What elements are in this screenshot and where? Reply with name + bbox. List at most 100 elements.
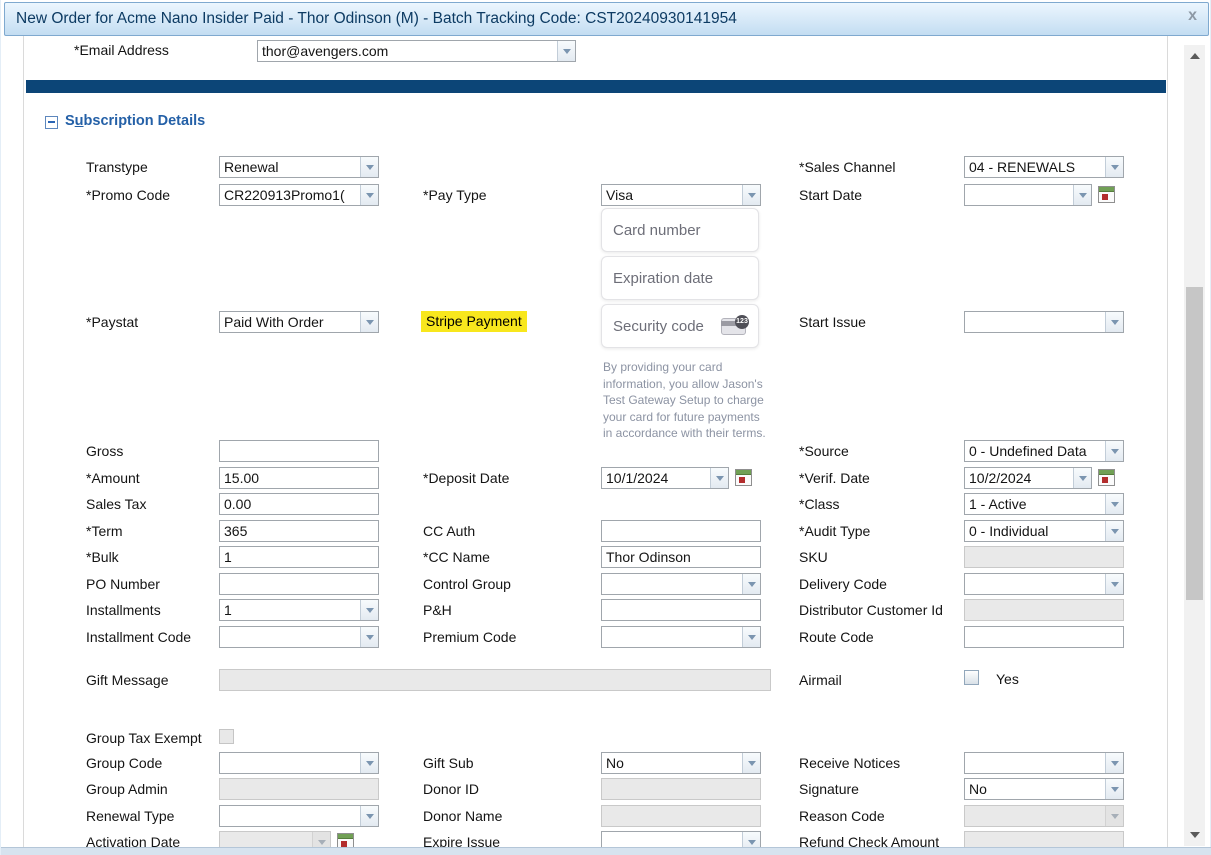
chevron-down-icon[interactable] (360, 185, 378, 205)
close-icon[interactable]: x (1188, 6, 1197, 26)
source-value: 0 - Undefined Data (965, 441, 1105, 461)
gift-sub-select[interactable]: No (601, 752, 761, 774)
start-issue-select[interactable] (964, 311, 1124, 333)
po-number-label: PO Number (86, 576, 160, 592)
amount-input[interactable] (219, 467, 379, 489)
scrollbar-thumb[interactable] (1186, 287, 1203, 600)
group-code-select[interactable] (219, 752, 379, 774)
deposit-date-select[interactable]: 10/1/2024 (601, 467, 729, 489)
page-title: New Order for Acme Nano Insider Paid - T… (16, 10, 737, 28)
chevron-down-icon[interactable] (360, 806, 378, 826)
audit-type-value: 0 - Individual (965, 521, 1105, 541)
gift-message-input (219, 669, 771, 691)
chevron-down-icon[interactable] (1105, 441, 1123, 461)
chevron-down-icon[interactable] (1105, 521, 1123, 541)
renewal-type-select[interactable] (219, 805, 379, 827)
chevron-down-icon[interactable] (1105, 779, 1123, 799)
email-field[interactable]: thor@avengers.com (257, 40, 576, 62)
promo-code-label: *Promo Code (86, 187, 170, 203)
paystat-select[interactable]: Paid With Order (219, 311, 379, 333)
installment-code-value (220, 627, 360, 647)
receive-notices-select[interactable] (964, 752, 1124, 774)
cc-name-input[interactable] (601, 546, 761, 568)
chevron-down-icon[interactable] (742, 753, 760, 773)
bulk-input[interactable] (219, 546, 379, 568)
calendar-icon[interactable] (735, 469, 752, 486)
chevron-down-icon[interactable] (1105, 157, 1123, 177)
section-title-rest: bscription Details (84, 113, 206, 129)
chevron-down-icon[interactable] (710, 468, 728, 488)
renewal-type-label: Renewal Type (86, 808, 174, 824)
term-input[interactable] (219, 520, 379, 542)
security-code-input[interactable]: Security code 123 (601, 304, 759, 348)
ph-label: P&H (423, 602, 452, 618)
collapse-section-icon[interactable] (45, 116, 58, 129)
audit-type-label: *Audit Type (799, 523, 870, 539)
transtype-value: Renewal (220, 157, 360, 177)
airmail-label: Airmail (799, 672, 842, 688)
chevron-down-icon[interactable] (360, 627, 378, 647)
source-select[interactable]: 0 - Undefined Data (964, 440, 1124, 462)
paystat-value: Paid With Order (220, 312, 360, 332)
po-number-input[interactable] (219, 573, 379, 595)
email-label: *Email Address (74, 42, 169, 58)
chevron-down-icon[interactable] (360, 312, 378, 332)
vertical-scrollbar[interactable] (1184, 45, 1205, 846)
term-label: *Term (86, 523, 123, 539)
airmail-checkbox[interactable] (964, 670, 979, 685)
chevron-down-icon[interactable] (360, 157, 378, 177)
security-code-placeholder: Security code (613, 318, 704, 335)
sales-tax-input[interactable] (219, 493, 379, 515)
route-code-input[interactable] (964, 626, 1124, 648)
receive-notices-label: Receive Notices (799, 755, 900, 771)
gift-sub-value: No (602, 753, 742, 773)
calendar-icon[interactable] (1098, 186, 1115, 203)
cc-name-label: *CC Name (423, 549, 490, 565)
class-select[interactable]: 1 - Active (964, 493, 1124, 515)
expiration-date-input[interactable]: Expiration date (601, 256, 759, 300)
donor-name-input (601, 805, 761, 827)
donor-name-label: Donor Name (423, 808, 502, 824)
sku-input (964, 546, 1124, 568)
card-number-input[interactable]: Card number (601, 208, 759, 252)
ph-input[interactable] (601, 599, 761, 621)
scroll-down-icon[interactable] (1184, 826, 1205, 844)
chevron-down-icon[interactable] (1105, 494, 1123, 514)
verif-date-select[interactable]: 10/2/2024 (964, 467, 1092, 489)
signature-select[interactable]: No (964, 778, 1124, 800)
chevron-down-icon[interactable] (557, 41, 575, 61)
deposit-date-label: *Deposit Date (423, 470, 509, 486)
scroll-up-icon[interactable] (1184, 47, 1205, 65)
premium-code-select[interactable] (601, 626, 761, 648)
chevron-down-icon[interactable] (1105, 574, 1123, 594)
route-code-label: Route Code (799, 629, 874, 645)
delivery-code-select[interactable] (964, 573, 1124, 595)
cc-auth-input[interactable] (601, 520, 761, 542)
audit-type-select[interactable]: 0 - Individual (964, 520, 1124, 542)
verif-date-value: 10/2/2024 (965, 468, 1073, 488)
installments-select[interactable]: 1 (219, 599, 379, 621)
chevron-down-icon[interactable] (1105, 753, 1123, 773)
transtype-select[interactable]: Renewal (219, 156, 379, 178)
chevron-down-icon[interactable] (360, 600, 378, 620)
chevron-down-icon[interactable] (1073, 468, 1091, 488)
chevron-down-icon[interactable] (742, 627, 760, 647)
chevron-down-icon[interactable] (1073, 185, 1091, 205)
panel-left-border (23, 36, 24, 847)
chevron-down-icon[interactable] (1105, 312, 1123, 332)
reason-code-select (964, 805, 1124, 827)
renewal-type-value (220, 806, 360, 826)
chevron-down-icon[interactable] (742, 185, 760, 205)
chevron-down-icon[interactable] (742, 574, 760, 594)
control-group-select[interactable] (601, 573, 761, 595)
start-date-select[interactable] (964, 184, 1092, 206)
gross-input[interactable] (219, 440, 379, 462)
sales-channel-select[interactable]: 04 - RENEWALS (964, 156, 1124, 178)
promo-code-select[interactable]: CR220913Promo1( (219, 184, 379, 206)
calendar-icon[interactable] (1098, 469, 1115, 486)
background-window-strip (1, 847, 1211, 855)
installment-code-select[interactable] (219, 626, 379, 648)
card-number-placeholder: Card number (613, 222, 701, 239)
chevron-down-icon[interactable] (360, 753, 378, 773)
pay-type-select[interactable]: Visa (601, 184, 761, 206)
